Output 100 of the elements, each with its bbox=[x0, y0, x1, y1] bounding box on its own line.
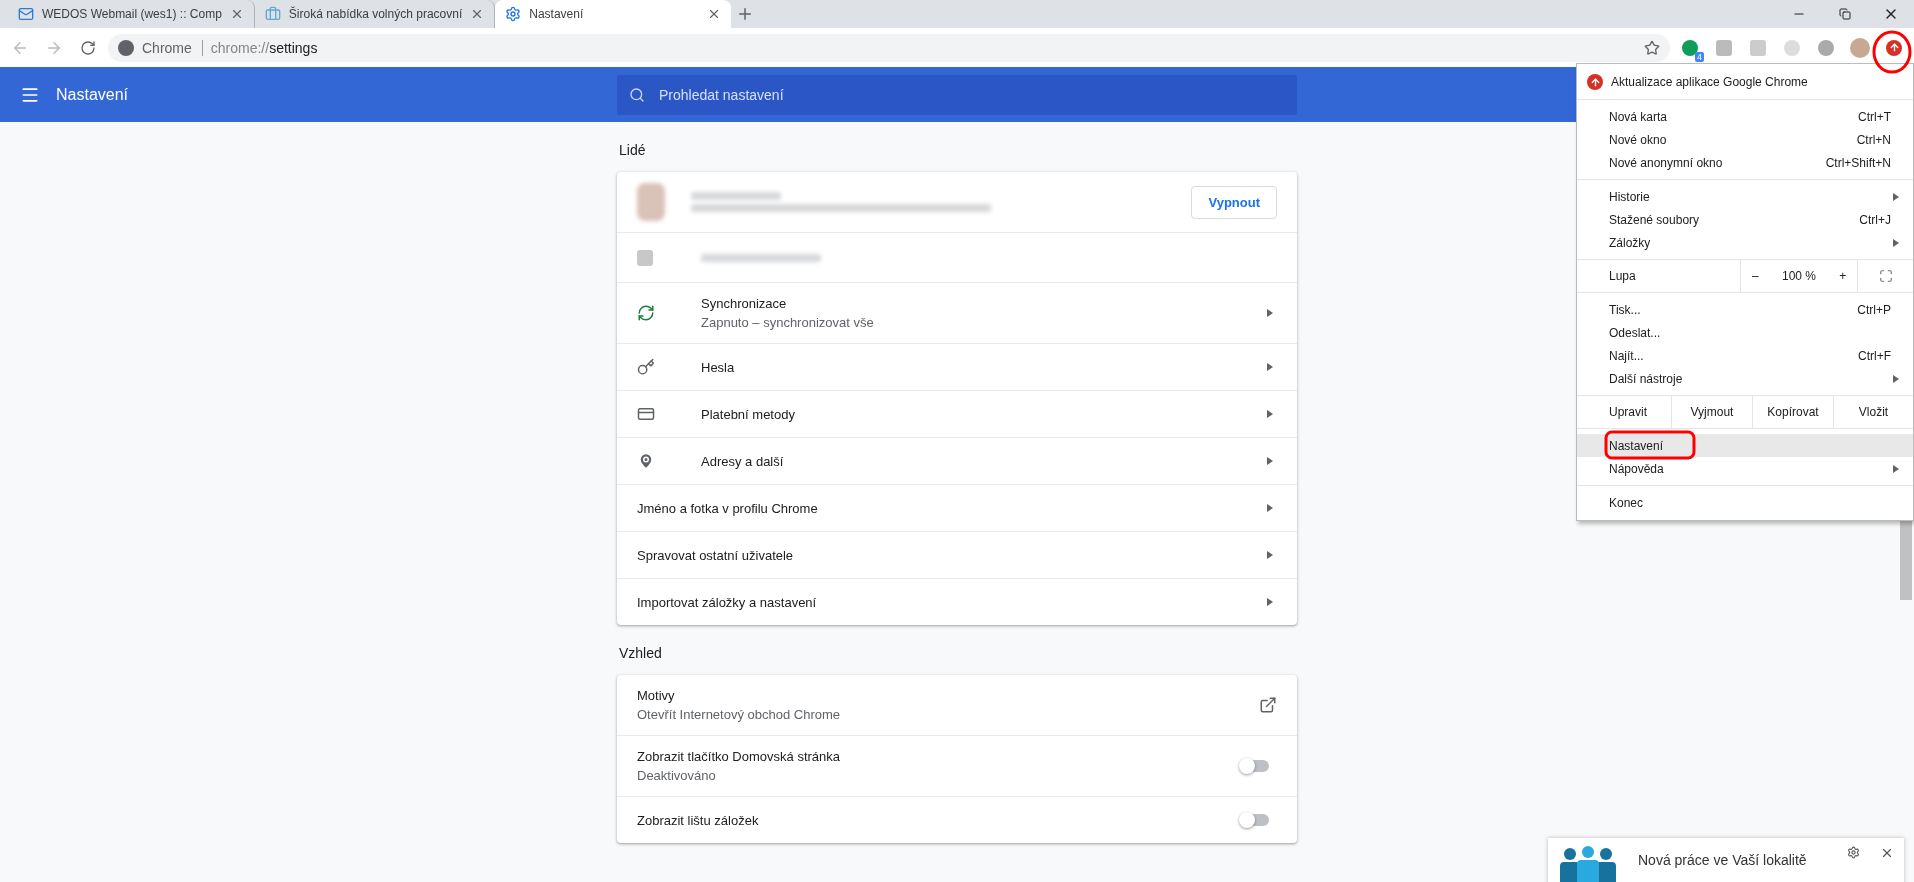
header-title: Nastavení bbox=[56, 85, 129, 104]
external-link-icon[interactable] bbox=[1259, 696, 1277, 714]
caret-icon bbox=[1893, 464, 1899, 473]
row-title: Motivy bbox=[637, 688, 676, 703]
menu-item-label: Konec bbox=[1609, 495, 1645, 510]
zoom-out-button[interactable]: – bbox=[1745, 268, 1766, 284]
menu-item[interactable]: Konec bbox=[1577, 491, 1913, 514]
caret-icon bbox=[1267, 598, 1273, 606]
address-bar[interactable]: Chrome chrome://settings bbox=[108, 33, 1670, 62]
avatar-placeholder bbox=[637, 183, 665, 221]
caret-icon bbox=[1267, 309, 1273, 317]
caret-icon bbox=[1267, 457, 1273, 465]
menu-item-label: Nové anonymní okno bbox=[1609, 155, 1724, 170]
settings-row[interactable]: Motivy Otevřít Internetový obchod Chrome bbox=[617, 675, 1297, 735]
toggle-switch[interactable] bbox=[1241, 814, 1269, 826]
row-subtitle: Deaktivováno bbox=[637, 768, 717, 783]
menu-item[interactable]: Nápověda bbox=[1577, 457, 1913, 480]
menu-item-label: Nastavení bbox=[1609, 438, 1665, 453]
mail-icon bbox=[18, 6, 34, 22]
row-title: Zobrazit tlačítko Domovská stránka bbox=[637, 749, 842, 764]
update-icon bbox=[1587, 74, 1603, 90]
update-icon bbox=[1886, 39, 1902, 56]
reload-icon bbox=[80, 39, 96, 56]
toggle-switch[interactable] bbox=[1241, 760, 1269, 772]
bookmark-star-icon[interactable] bbox=[1644, 39, 1660, 56]
menu-item[interactable]: Aktualizace aplikace Google Chrome bbox=[1577, 70, 1913, 94]
menu-item[interactable]: Nové okno Ctrl+N bbox=[1577, 128, 1913, 151]
menu-item-label: Nové okno bbox=[1609, 132, 1668, 147]
search-icon bbox=[629, 86, 645, 103]
menu-item-label: Lupa bbox=[1608, 268, 1637, 285]
menu-item[interactable]: Nová karta Ctrl+T bbox=[1577, 105, 1913, 128]
menu-item-label: Stažené soubory bbox=[1609, 212, 1701, 227]
caret-icon bbox=[1893, 192, 1899, 201]
shortcut-text: Ctrl+P bbox=[1857, 302, 1891, 317]
menu-item-label: Nápověda bbox=[1609, 461, 1665, 476]
search-field[interactable]: Prohledat nastavení bbox=[657, 85, 1285, 104]
menu-item-label: Nová karta bbox=[1609, 109, 1669, 124]
annotation-circle bbox=[1870, 28, 1914, 76]
caret-icon bbox=[1893, 374, 1899, 383]
zoom-value: 100 % bbox=[1780, 269, 1817, 283]
menu-item[interactable]: Záložky bbox=[1577, 231, 1913, 254]
row-title: Spravovat ostatní uživatele bbox=[637, 547, 795, 563]
caret-icon bbox=[1893, 238, 1899, 247]
menu-item-label: Záložky bbox=[1609, 235, 1652, 250]
menu-item-label: Další nástroje bbox=[1609, 371, 1684, 386]
settings-row[interactable]: Importovat záložky a nastavení bbox=[617, 578, 1297, 625]
section-heading: Lidé bbox=[618, 141, 647, 160]
key-icon bbox=[637, 358, 655, 376]
settings-row[interactable]: Zobrazit lištu záložek bbox=[617, 796, 1297, 843]
shortcut-text: Ctrl+T bbox=[1858, 109, 1891, 124]
settings-row[interactable]: Jméno a fotka v profilu Chrome bbox=[617, 484, 1297, 531]
settings-row[interactable]: Adresy a další bbox=[617, 437, 1297, 484]
menu-item[interactable]: Najít... Ctrl+F bbox=[1577, 344, 1913, 367]
row-subtitle: Zapnuto – synchronizovat vše bbox=[701, 315, 875, 330]
people-icon bbox=[1558, 846, 1618, 882]
section-heading: Vzhled bbox=[618, 644, 663, 663]
menu-item-label: Upravit bbox=[1608, 404, 1648, 421]
settings-row[interactable]: Zobrazit tlačítko Domovská stránka Deaktivováno bbox=[617, 735, 1297, 796]
zoom-in-button[interactable]: + bbox=[1832, 268, 1853, 284]
sync-icon bbox=[637, 304, 655, 322]
menu-item-label: Historie bbox=[1609, 189, 1651, 204]
search-bar[interactable]: Prohledat nastavení bbox=[617, 74, 1297, 115]
menu-item[interactable]: Další nástroje bbox=[1577, 367, 1913, 390]
caret-icon bbox=[1267, 504, 1273, 512]
extension-badge: 4 bbox=[1695, 51, 1704, 62]
row-title: Platební metody bbox=[701, 406, 796, 422]
turn-off-button[interactable]: Vypnout bbox=[1191, 185, 1277, 219]
shortcut-text: Ctrl+Shift+N bbox=[1825, 155, 1891, 170]
menu-item-label: Odeslat... bbox=[1609, 325, 1662, 340]
close-icon[interactable] bbox=[1880, 846, 1894, 860]
menu-item-label: Najít... bbox=[1609, 348, 1645, 363]
settings-icon[interactable] bbox=[1847, 846, 1860, 859]
fullscreen-icon bbox=[1878, 269, 1893, 283]
row-title: Adresy a další bbox=[701, 453, 785, 469]
caret-icon bbox=[1267, 551, 1273, 559]
card-icon bbox=[637, 405, 655, 423]
row-title: Synchronizace bbox=[701, 296, 788, 311]
shortcut-text: Ctrl+F bbox=[1858, 348, 1891, 363]
site-chip: Chrome bbox=[142, 39, 203, 56]
menu-item[interactable]: Historie bbox=[1577, 185, 1913, 208]
menu-item-label: Tisk... bbox=[1609, 302, 1642, 317]
shortcut-text: Ctrl+N bbox=[1856, 132, 1891, 147]
scrollbar-thumb[interactable] bbox=[1900, 520, 1912, 600]
menu-item[interactable]: Stažené soubory Ctrl+J bbox=[1577, 208, 1913, 231]
settings-row[interactable]: Platební metody bbox=[617, 390, 1297, 437]
chrome-logo-icon bbox=[118, 39, 134, 56]
settings-row[interactable]: Synchronizace Zapnuto – synchronizovat vše bbox=[617, 282, 1297, 343]
menu-item[interactable]: Nastavení bbox=[1577, 434, 1913, 457]
menu-item[interactable]: Odeslat... bbox=[1577, 321, 1913, 344]
row-title: Hesla bbox=[701, 359, 736, 375]
caret-icon bbox=[1267, 410, 1273, 418]
browser-tab[interactable]: Nastavení bbox=[495, 0, 732, 28]
url-text: chrome://settings bbox=[210, 39, 318, 56]
menu-item[interactable]: Tisk... Ctrl+P bbox=[1577, 298, 1913, 321]
blurred-icon bbox=[637, 249, 653, 266]
notification-title: Nová práce ve Vaší lokalitě bbox=[1638, 851, 1808, 870]
menu-item[interactable]: Nové anonymní okno Ctrl+Shift+N bbox=[1577, 151, 1913, 174]
settings-row[interactable]: Spravovat ostatní uživatele bbox=[617, 531, 1297, 578]
row-title: Importovat záložky a nastavení bbox=[637, 594, 818, 610]
settings-row[interactable]: Hesla bbox=[617, 343, 1297, 390]
